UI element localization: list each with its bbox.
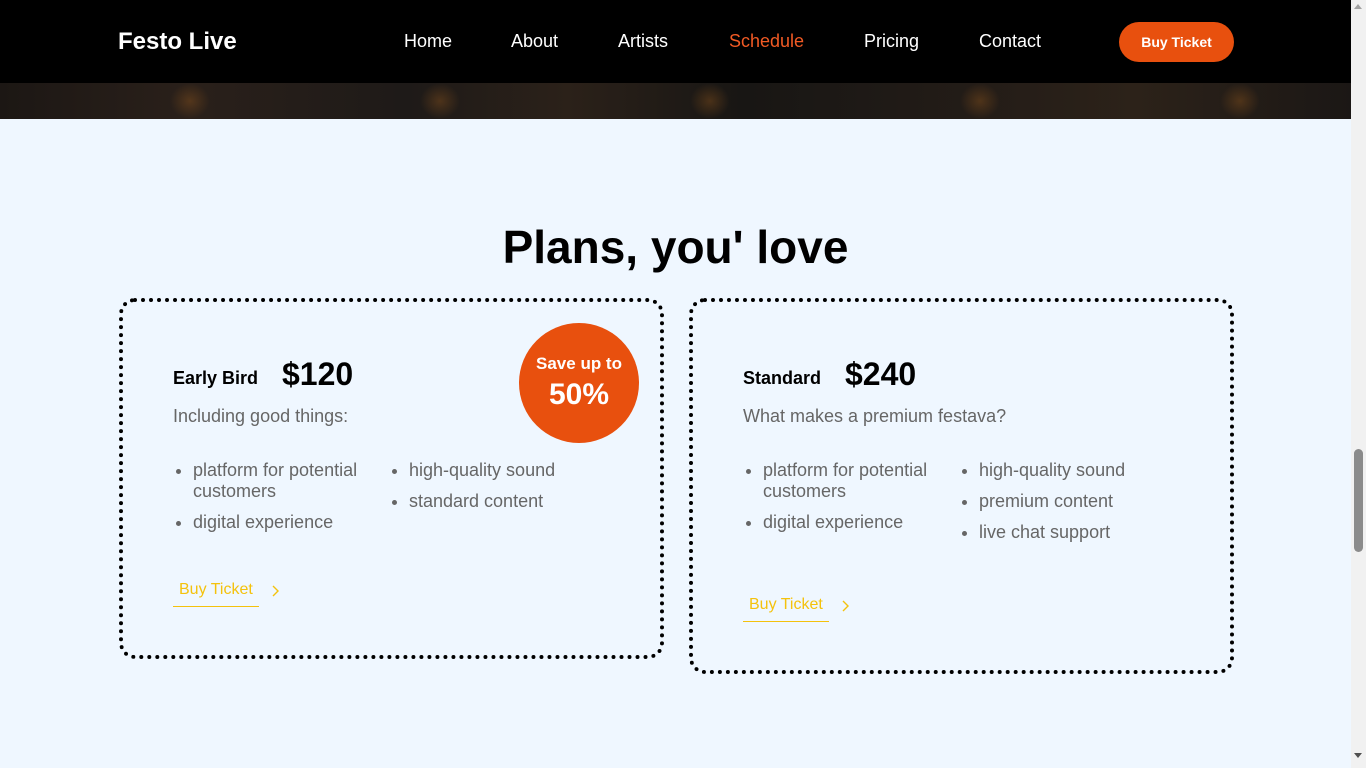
nav-schedule[interactable]: Schedule: [729, 31, 804, 52]
feature-list-left: platform for potential customers digital…: [743, 460, 943, 543]
nav-about[interactable]: About: [511, 31, 558, 52]
feature-item: platform for potential customers: [743, 460, 943, 502]
pricing-section-title: Plans, you' love: [502, 221, 849, 273]
hero-background-image: [0, 83, 1351, 119]
save-badge-percent: 50%: [548, 378, 610, 411]
feature-item: standard content: [389, 491, 589, 512]
feature-item: platform for potential customers: [173, 460, 373, 502]
scrollbar-thumb[interactable]: [1354, 449, 1363, 552]
nav-home[interactable]: Home: [404, 31, 452, 52]
save-badge: Save up to 50%: [519, 323, 639, 443]
buy-ticket-label: Buy Ticket: [173, 581, 259, 607]
nav-artists[interactable]: Artists: [618, 31, 668, 52]
feature-list-right: high-quality sound premium content live …: [959, 460, 1159, 553]
nav-contact[interactable]: Contact: [979, 31, 1041, 52]
plan-card-standard: Standard $240 What makes a premium festa…: [689, 298, 1234, 674]
feature-item: live chat support: [959, 522, 1159, 543]
header-buy-ticket-button[interactable]: Buy Ticket: [1119, 22, 1234, 62]
plan-subtitle: Including good things:: [173, 406, 349, 426]
feature-item: digital experience: [743, 512, 943, 533]
chevron-right-icon: [272, 585, 279, 597]
save-badge-line1: Save up to: [536, 354, 622, 373]
page-scrollbar[interactable]: [1351, 0, 1366, 768]
buy-ticket-label: Buy Ticket: [743, 596, 829, 622]
standard-buy-ticket-link[interactable]: Buy Ticket: [743, 596, 853, 626]
navbar: Festo Live Home About Artists Schedule P…: [0, 0, 1351, 83]
chevron-right-icon: [842, 600, 849, 612]
feature-list-left: platform for potential customers digital…: [173, 460, 373, 543]
scroll-down-arrow-icon[interactable]: [1354, 753, 1362, 758]
feature-item: high-quality sound: [959, 460, 1159, 481]
plan-price: $120: [282, 356, 354, 392]
feature-item: high-quality sound: [389, 460, 589, 481]
brand-logo[interactable]: Festo Live: [118, 28, 237, 56]
plan-name: Standard: [743, 368, 822, 388]
feature-list-right: high-quality sound standard content: [389, 460, 589, 522]
early-bird-buy-ticket-link[interactable]: Buy Ticket: [173, 581, 283, 611]
plan-name: Early Bird: [173, 368, 259, 388]
plan-subtitle: What makes a premium festava?: [743, 406, 1007, 426]
scroll-up-arrow-icon[interactable]: [1354, 4, 1362, 9]
feature-item: digital experience: [173, 512, 373, 533]
nav-pricing[interactable]: Pricing: [864, 31, 919, 52]
plan-price: $240: [845, 356, 917, 392]
feature-item: premium content: [959, 491, 1159, 512]
